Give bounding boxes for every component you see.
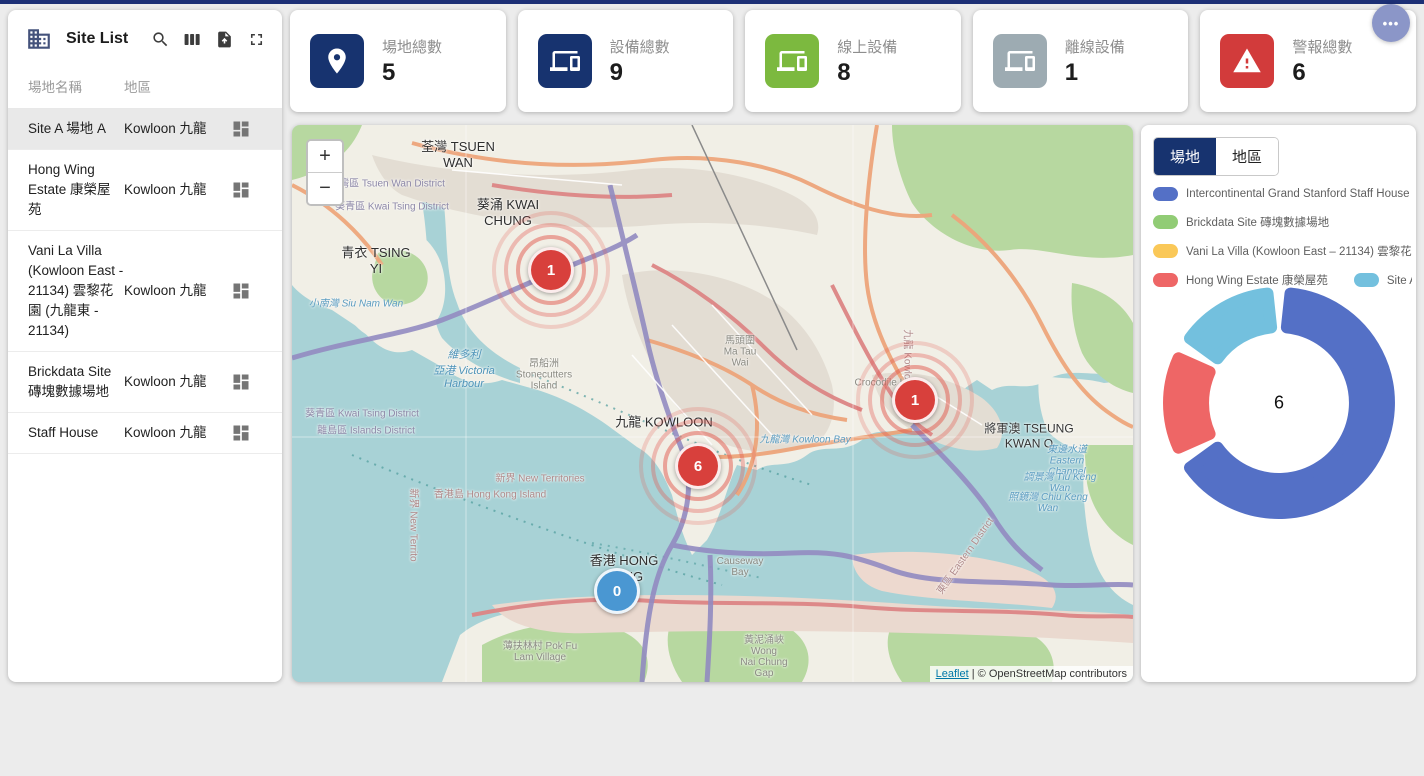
dashboard-icon[interactable] bbox=[231, 423, 251, 443]
site-row[interactable]: Brickdata Site 磚塊數據場地 Kowloon 九龍 bbox=[8, 352, 282, 413]
fullscreen-icon[interactable] bbox=[247, 30, 266, 49]
top-accent-bar bbox=[0, 0, 1424, 4]
location-pin-icon bbox=[310, 34, 364, 88]
search-icon[interactable] bbox=[151, 30, 170, 49]
stat-value: 9 bbox=[610, 59, 670, 87]
site-name: Site A 場地 A bbox=[28, 119, 124, 139]
map[interactable]: + − 荃灣 TSUEN WAN葵涌 KWAI CHUNG青衣 TSING YI… bbox=[292, 125, 1133, 682]
column-header-region: 地區 bbox=[124, 76, 274, 96]
zoom-in-button[interactable]: + bbox=[308, 141, 342, 173]
devices-icon bbox=[538, 34, 592, 88]
map-zoom-control: + − bbox=[306, 139, 344, 206]
stat-label: 離線設備 bbox=[1065, 36, 1125, 57]
stat-value: 5 bbox=[382, 59, 442, 87]
donut-center-total: 6 bbox=[1274, 393, 1284, 414]
zoom-out-button[interactable]: − bbox=[308, 173, 342, 204]
devices-icon bbox=[765, 34, 819, 88]
stat-value: 8 bbox=[837, 59, 897, 87]
site-list-rows: Site A 場地 A Kowloon 九龍 Hong Wing Estate … bbox=[8, 108, 282, 454]
osm-attribution-link[interactable]: © OpenStreetMap contributors bbox=[978, 668, 1127, 680]
site-name: Staff House bbox=[28, 423, 124, 443]
export-file-icon[interactable] bbox=[215, 30, 234, 49]
legend-item[interactable]: Intercontinental Grand Stanford Staff Ho… bbox=[1153, 187, 1410, 201]
stat-card: 設備總數 9 bbox=[518, 10, 734, 112]
stat-cards-row: 場地總數 5 設備總數 9 線上設備 8 離線設備 1 警報總數 6 bbox=[290, 10, 1416, 112]
site-region: Kowloon 九龍 bbox=[124, 119, 208, 139]
tab-site[interactable]: 場地 bbox=[1154, 138, 1216, 175]
building-icon bbox=[26, 26, 52, 52]
site-name: Hong Wing Estate 康榮屋苑 bbox=[28, 160, 124, 220]
site-row[interactable]: Vani La Villa (Kowloon East - 21134) 雲黎花… bbox=[8, 231, 282, 352]
stat-value: 1 bbox=[1065, 59, 1125, 87]
stat-card: 線上設備 8 bbox=[745, 10, 961, 112]
stat-card: 離線設備 1 bbox=[973, 10, 1189, 112]
site-name: Brickdata Site 磚塊數據場地 bbox=[28, 362, 124, 402]
site-region: Kowloon 九龍 bbox=[124, 372, 208, 392]
column-header-name: 場地名稱 bbox=[28, 76, 124, 96]
stat-label: 場地總數 bbox=[382, 36, 442, 57]
legend-item[interactable]: Brickdata Site 磚塊數據場地 bbox=[1153, 214, 1329, 230]
more-options-button[interactable]: ••• bbox=[1372, 4, 1410, 42]
tab-district[interactable]: 地區 bbox=[1216, 138, 1278, 175]
site-cluster-marker[interactable]: 1 bbox=[892, 377, 938, 423]
alert-triangle-icon bbox=[1220, 34, 1274, 88]
stat-value: 6 bbox=[1292, 59, 1352, 87]
site-row[interactable]: Staff House Kowloon 九龍 bbox=[8, 413, 282, 454]
site-cluster-marker[interactable]: 0 bbox=[594, 568, 640, 614]
map-attribution: Leaflet | © OpenStreetMap contributors bbox=[930, 666, 1133, 682]
legend-label: Brickdata Site 磚塊數據場地 bbox=[1186, 214, 1329, 230]
dashboard-icon[interactable] bbox=[231, 119, 251, 139]
site-region: Kowloon 九龍 bbox=[124, 281, 208, 301]
donut-slice[interactable] bbox=[1169, 358, 1210, 447]
site-name: Vani La Villa (Kowloon East - 21134) 雲黎花… bbox=[28, 241, 124, 341]
panel-title: Site List bbox=[66, 30, 151, 48]
legend-label: Intercontinental Grand Stanford Staff Ho… bbox=[1186, 188, 1410, 200]
chart-tabs: 場地地區 bbox=[1153, 137, 1279, 176]
devices-icon bbox=[993, 34, 1047, 88]
site-cluster-marker[interactable]: 1 bbox=[528, 247, 574, 293]
dashboard-icon[interactable] bbox=[231, 372, 251, 392]
leaflet-link[interactable]: Leaflet bbox=[936, 668, 969, 680]
stat-label: 警報總數 bbox=[1292, 36, 1352, 57]
site-row[interactable]: Site A 場地 A Kowloon 九龍 bbox=[8, 109, 282, 150]
site-region: Kowloon 九龍 bbox=[124, 180, 208, 200]
legend-swatch bbox=[1153, 215, 1178, 229]
alarm-chart-panel: 場地地區 Intercontinental Grand Stanford Sta… bbox=[1141, 125, 1416, 682]
site-list-panel: Site List 場地名稱 地區 Site A 場地 A Kowloon 九龍… bbox=[8, 10, 282, 682]
view-columns-icon[interactable] bbox=[183, 30, 202, 49]
stat-label: 線上設備 bbox=[837, 36, 897, 57]
legend-swatch bbox=[1153, 187, 1178, 201]
site-list-header: Site List bbox=[8, 10, 282, 62]
dashboard-icon[interactable] bbox=[231, 281, 251, 301]
map-tiles bbox=[292, 125, 1133, 682]
alarm-donut-chart[interactable]: 6 bbox=[1141, 255, 1416, 551]
stat-label: 設備總數 bbox=[610, 36, 670, 57]
dashboard-icon[interactable] bbox=[231, 180, 251, 200]
donut-slice[interactable] bbox=[1190, 294, 1271, 359]
site-row[interactable]: Hong Wing Estate 康榮屋苑 Kowloon 九龍 bbox=[8, 150, 282, 231]
site-region: Kowloon 九龍 bbox=[124, 423, 208, 443]
stat-card: 場地總數 5 bbox=[290, 10, 506, 112]
site-cluster-marker[interactable]: 6 bbox=[675, 443, 721, 489]
